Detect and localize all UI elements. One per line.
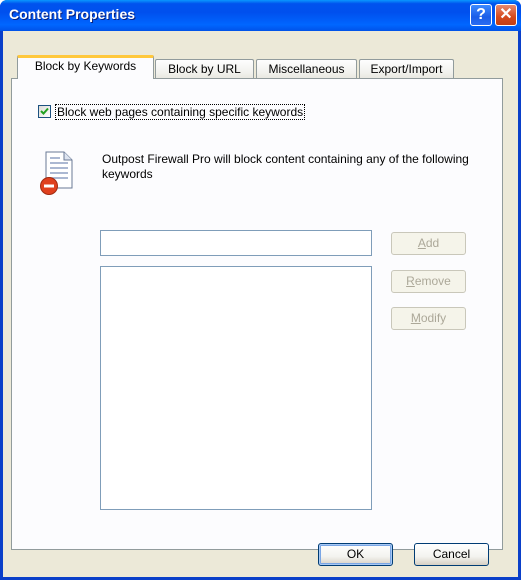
add-label-rest: dd: [425, 236, 440, 250]
close-button[interactable]: ✕: [495, 4, 517, 26]
ok-label: OK: [346, 547, 365, 561]
tab-label: Block by Keywords: [34, 59, 137, 73]
keyword-list[interactable]: [100, 266, 372, 510]
tab-label: Export/Import: [370, 62, 443, 76]
add-label-accel: A: [417, 236, 426, 250]
modify-button[interactable]: Modify: [391, 307, 466, 330]
remove-label-accel: R: [406, 274, 415, 288]
remove-label-rest: emove: [414, 274, 451, 288]
remove-button[interactable]: Remove: [391, 270, 466, 293]
cancel-label: Cancel: [432, 547, 471, 561]
tab-export-import[interactable]: Export/Import: [359, 59, 454, 80]
ok-button[interactable]: OK: [318, 543, 393, 566]
modify-label-accel: M: [410, 311, 421, 325]
add-button[interactable]: Add: [391, 232, 466, 255]
tab-label: Block by URL: [168, 62, 241, 76]
block-keywords-label: Block web pages containing specific keyw…: [55, 104, 306, 120]
keyword-input[interactable]: [100, 230, 372, 256]
document-block-icon: [40, 151, 73, 195]
close-icon: ✕: [499, 6, 513, 23]
block-keywords-checkbox[interactable]: [38, 105, 51, 118]
help-button[interactable]: ?: [470, 4, 492, 26]
tab-label: Miscellaneous: [268, 62, 345, 76]
info-description: Outpost Firewall Pro will block content …: [102, 152, 469, 181]
tab-block-by-keywords[interactable]: Block by Keywords: [17, 55, 154, 79]
tab-block-by-url[interactable]: Block by URL: [155, 59, 254, 80]
help-icon: ?: [476, 6, 486, 23]
title-bar[interactable]: Content Properties ? ✕: [0, 0, 521, 31]
cancel-button[interactable]: Cancel: [414, 543, 489, 566]
content-properties-window: Content Properties ? ✕ Block by Keywords…: [0, 0, 521, 580]
tab-miscellaneous[interactable]: Miscellaneous: [256, 59, 357, 80]
modify-label-rest: odify: [420, 311, 447, 325]
checkmark-icon: [40, 107, 49, 115]
window-title: Content Properties: [9, 6, 136, 22]
